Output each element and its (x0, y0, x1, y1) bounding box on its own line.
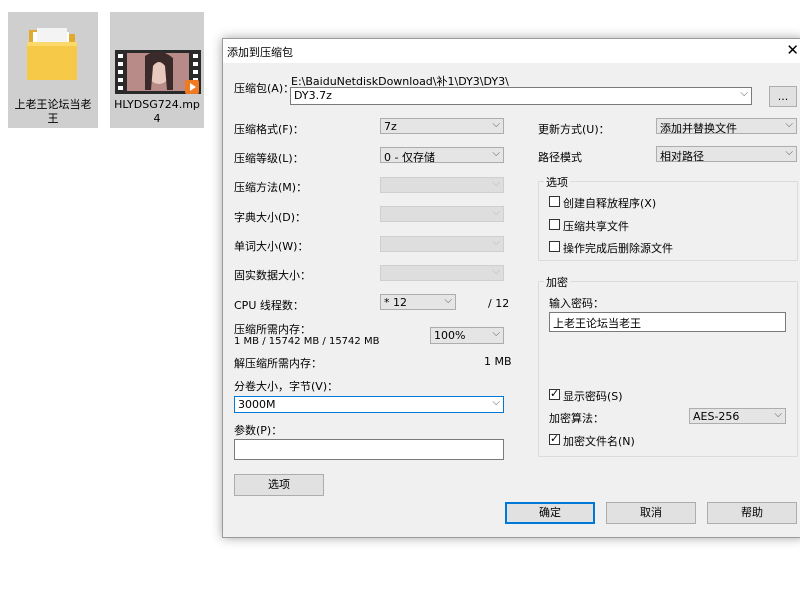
encryption-method-combo[interactable]: AES-256 ⌵ (689, 408, 786, 424)
encrypt-names-label: 加密文件名(N) (563, 435, 635, 448)
mem-percent-value: 100% (434, 329, 466, 342)
sfx-label: 创建自释放程序(X) (563, 197, 657, 210)
desktop-icon-caption: HLYDSG724.mp 4 (114, 98, 200, 125)
chevron-down-icon: ⌵ (774, 409, 782, 420)
chevron-down-icon: ⌵ (492, 148, 500, 159)
show-password-checkbox[interactable]: ✓ (549, 387, 560, 400)
archive-label: 压缩包(A)： (234, 82, 295, 95)
add-to-archive-dialog: 添加到压缩包 ✕ 压缩包(A)： E:\BaiduNetdiskDownload… (222, 38, 800, 538)
method-label: 压缩方法(M)： (234, 181, 308, 194)
dialog-title: 添加到压缩包 (227, 46, 293, 59)
password-input[interactable]: 上老王论坛当老王 (549, 312, 786, 332)
level-label: 压缩等级(L)： (234, 152, 304, 165)
format-combo[interactable]: 7z ⌵ (380, 118, 504, 134)
dict-size-label: 字典大小(D)： (234, 211, 307, 224)
mem-percent-combo[interactable]: 100% ⌵ (430, 327, 504, 344)
chevron-down-icon: ⌵ (492, 207, 500, 218)
chevron-down-icon: ⌵ (444, 295, 452, 306)
cpu-threads-label: CPU 线程数： (234, 299, 304, 312)
format-value: 7z (384, 120, 397, 133)
check-icon: ✓ (550, 432, 560, 445)
cpu-threads-combo[interactable]: * 12 ⌵ (380, 294, 456, 310)
desktop-icon-folder[interactable]: 上老王论坛当老 王 (8, 12, 98, 128)
params-label: 参数(P)： (234, 424, 283, 437)
chevron-down-icon: ⌵ (740, 88, 748, 99)
encryption-group-title: 加密 (544, 274, 570, 290)
update-mode-value: 添加并替换文件 (660, 122, 737, 135)
word-size-label: 单词大小(W)： (234, 240, 309, 253)
close-icon[interactable]: ✕ (786, 41, 799, 59)
chevron-down-icon: ⌵ (492, 266, 500, 277)
options-button[interactable]: 选项 (234, 474, 324, 496)
cpu-threads-value: * 12 (384, 296, 407, 309)
encrypt-names-checkbox[interactable]: ✓ (549, 432, 560, 445)
path-mode-combo[interactable]: 相对路径 ⌵ (656, 146, 797, 163)
mem-compress-value: 1 MB / 15742 MB / 15742 MB (234, 336, 380, 347)
chevron-down-icon: ⌵ (492, 328, 500, 339)
dialog-titlebar[interactable]: 添加到压缩包 ✕ (223, 39, 800, 63)
desktop-icon-video[interactable]: HLYDSG724.mp 4 (110, 12, 204, 128)
encryption-method-value: AES-256 (693, 410, 740, 423)
format-label: 压缩格式(F)： (234, 123, 304, 136)
folder-icon (27, 28, 77, 80)
method-combo: ⌵ (380, 177, 504, 193)
sfx-checkbox[interactable] (549, 196, 560, 207)
volume-size-value: 3000M (238, 398, 276, 411)
chevron-down-icon: ⌵ (492, 397, 500, 408)
path-mode-label: 路径模式 (538, 151, 582, 164)
password-label: 输入密码： (549, 297, 604, 310)
mem-compress-label: 压缩所需内存： (234, 323, 311, 336)
archive-name-value: DY3.7z (294, 89, 332, 102)
browse-button[interactable]: ... (769, 86, 797, 107)
options-group-title: 选项 (544, 174, 570, 190)
cancel-button[interactable]: 取消 (606, 502, 696, 524)
word-size-combo: ⌵ (380, 236, 504, 252)
shared-label: 压缩共享文件 (563, 220, 629, 233)
chevron-down-icon: ⌵ (785, 119, 793, 130)
volume-size-combo[interactable]: 3000M ⌵ (234, 396, 504, 413)
mem-decompress-value: 1 MB (484, 355, 512, 368)
update-mode-combo[interactable]: 添加并替换文件 ⌵ (656, 118, 797, 135)
mem-decompress-label: 解压缩所需内存： (234, 357, 322, 370)
ok-button[interactable]: 确定 (505, 502, 595, 524)
params-input[interactable] (234, 439, 504, 460)
volume-size-label: 分卷大小，字节(V)： (234, 380, 339, 393)
shared-checkbox[interactable] (549, 219, 560, 230)
show-password-label: 显示密码(S) (563, 390, 623, 403)
archive-name-combo[interactable]: DY3.7z ⌵ (290, 87, 752, 105)
solid-size-combo: ⌵ (380, 265, 504, 281)
update-mode-label: 更新方式(U)： (538, 123, 610, 136)
chevron-down-icon: ⌵ (492, 237, 500, 248)
help-button[interactable]: 帮助 (707, 502, 797, 524)
chevron-down-icon: ⌵ (785, 147, 793, 158)
encryption-method-label: 加密算法： (549, 412, 604, 425)
check-icon: ✓ (550, 387, 560, 400)
chevron-down-icon: ⌵ (492, 119, 500, 130)
solid-size-label: 固实数据大小： (234, 269, 311, 282)
delete-source-checkbox[interactable] (549, 241, 560, 252)
path-mode-value: 相对路径 (660, 150, 704, 163)
delete-source-label: 操作完成后删除源文件 (563, 242, 673, 255)
password-value: 上老王论坛当老王 (553, 317, 641, 330)
cpu-threads-total: / 12 (488, 297, 510, 310)
level-combo[interactable]: 0 - 仅存储 ⌵ (380, 147, 504, 164)
desktop-icon-caption: 上老王论坛当老 王 (14, 98, 92, 125)
video-file-icon (115, 50, 201, 94)
level-value: 0 - 仅存储 (384, 151, 435, 164)
dict-size-combo: ⌵ (380, 206, 504, 222)
chevron-down-icon: ⌵ (492, 178, 500, 189)
